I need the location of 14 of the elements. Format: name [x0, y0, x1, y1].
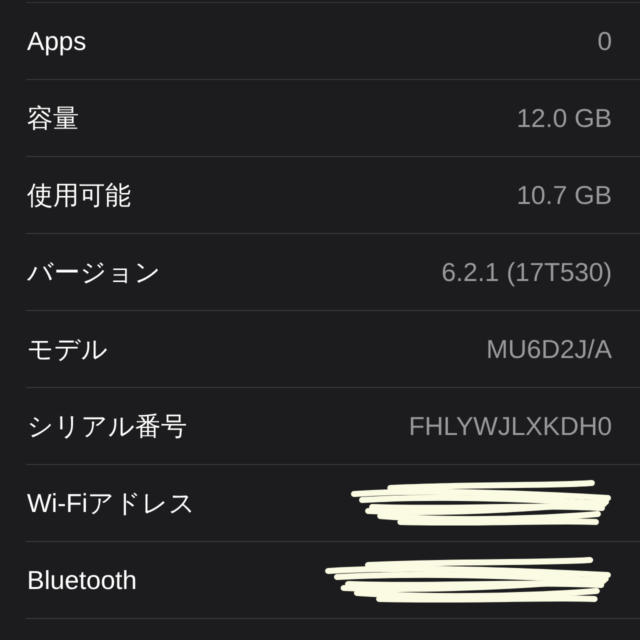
- row-value: 6.2.1 (17T530): [441, 256, 612, 288]
- row-label: シリアル番号: [26, 410, 187, 442]
- row-label: Apps: [26, 26, 86, 56]
- row-label: 容量: [26, 102, 79, 134]
- row-label: バージョン: [26, 256, 161, 288]
- row-value: 12.0 GB: [516, 102, 612, 134]
- row-value: 10.7 GB: [516, 180, 612, 210]
- row-label: 使用可能: [26, 178, 131, 212]
- row-label: Bluetooth: [26, 564, 137, 596]
- row-label: モデル: [26, 332, 108, 366]
- row-label: Wi-Fiアドレス: [26, 486, 196, 520]
- row-value: MU6D2J/A: [486, 334, 612, 364]
- row-value: 0: [598, 26, 612, 56]
- row-value: FHLYWJLXKDH0: [408, 410, 612, 442]
